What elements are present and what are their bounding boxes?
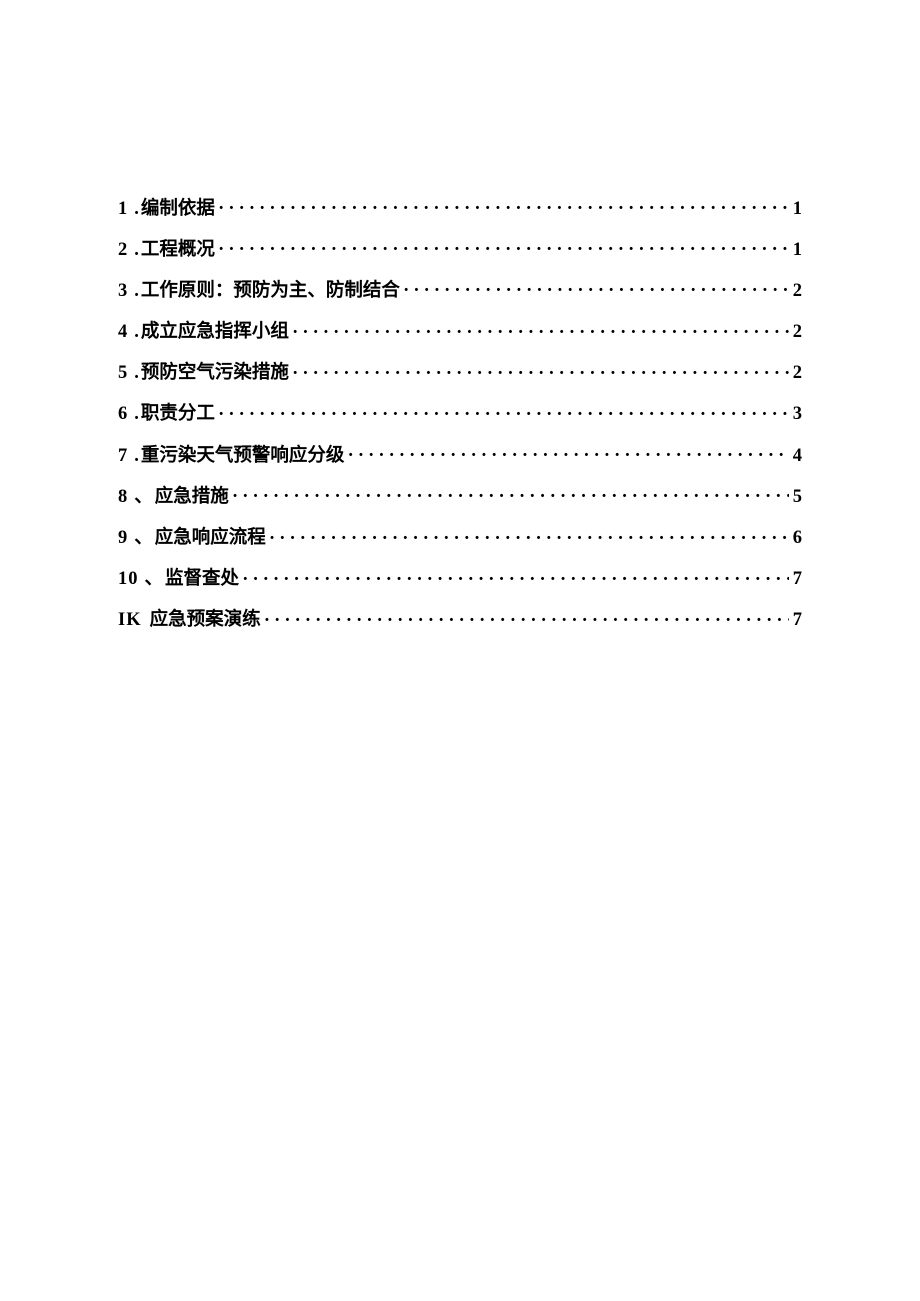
toc-number: 10	[118, 570, 139, 589]
toc-entry: 1 . 编制依据 1	[118, 195, 802, 218]
toc-separator: .	[134, 200, 139, 219]
toc-title: 监督查处	[165, 570, 239, 589]
toc-leader	[219, 236, 789, 255]
toc-entry: 9 、 应急响应流程 6	[118, 525, 802, 548]
toc-number: 1	[118, 200, 128, 219]
toc-number: 6	[118, 405, 128, 424]
toc-title: 应急预案演练	[150, 611, 261, 630]
toc-title: 成立应急指挥小组	[141, 323, 289, 342]
toc-title: 工程概况	[141, 241, 215, 260]
toc-page-num: 4	[793, 447, 802, 466]
toc-page-num: 2	[793, 364, 802, 383]
toc-title: 应急响应流程	[155, 529, 266, 548]
toc-entry: 7 . 重污染天气预警响应分级 4	[118, 442, 802, 465]
toc-separator: .	[134, 241, 139, 260]
toc-page-num: 1	[793, 200, 802, 219]
toc-title: 预防空气污染措施	[141, 364, 289, 383]
toc-title: 编制依据	[141, 200, 215, 219]
toc-leader	[293, 360, 789, 379]
toc-number: 5	[118, 364, 128, 383]
toc-number: 2	[118, 241, 128, 260]
toc-page-num: 3	[793, 405, 802, 424]
toc-title: 应急措施	[155, 488, 229, 507]
toc-leader	[404, 277, 789, 296]
toc-leader	[233, 483, 789, 502]
toc-leader	[219, 401, 789, 420]
toc-separator: .	[134, 323, 139, 342]
toc-page-num: 1	[793, 241, 802, 260]
toc-page-num: 2	[793, 282, 802, 301]
toc-leader	[219, 195, 789, 214]
toc-title: 职责分工	[141, 405, 215, 424]
toc-number: 9	[118, 529, 128, 548]
toc-separator: 、	[134, 529, 153, 548]
toc-entry: 3 . 工作原则：预防为主、防制结合 2	[118, 277, 802, 300]
toc-title: 重污染天气预警响应分级	[141, 447, 345, 466]
toc-leader	[243, 566, 789, 585]
toc-title: 工作原则：预防为主、防制结合	[141, 282, 400, 301]
toc-entry: 8 、 应急措施 5	[118, 483, 802, 506]
toc-leader	[265, 607, 789, 626]
toc-separator: 、	[134, 488, 153, 507]
toc-number: 7	[118, 447, 128, 466]
page: 1 . 编制依据 1 2 . 工程概况 1 3 . 工作原则：预防为主、防制结合…	[0, 0, 920, 630]
table-of-contents: 1 . 编制依据 1 2 . 工程概况 1 3 . 工作原则：预防为主、防制结合…	[118, 195, 802, 630]
toc-page-num: 7	[793, 611, 802, 630]
toc-entry: 2 . 工程概况 1	[118, 236, 802, 259]
toc-page-num: 6	[793, 529, 802, 548]
toc-entry: IK 应急预案演练 7	[118, 607, 802, 630]
toc-leader	[348, 442, 788, 461]
toc-entry: 6 . 职责分工 3	[118, 401, 802, 424]
toc-separator: .	[134, 447, 139, 466]
toc-separator: .	[134, 405, 139, 424]
toc-number: 8	[118, 488, 128, 507]
toc-leader	[293, 319, 789, 338]
toc-separator: 、	[145, 570, 164, 589]
toc-entry: 10 、 监督查处 7	[118, 566, 802, 589]
toc-separator: .	[134, 282, 139, 301]
toc-page-num: 5	[793, 488, 802, 507]
toc-entry: 5 . 预防空气污染措施 2	[118, 360, 802, 383]
toc-number: 4	[118, 323, 128, 342]
toc-number: 3	[118, 282, 128, 301]
toc-leader	[270, 525, 789, 544]
toc-separator: .	[134, 364, 139, 383]
toc-entry: 4 . 成立应急指挥小组 2	[118, 319, 802, 342]
toc-page-num: 7	[793, 570, 802, 589]
toc-page-num: 2	[793, 323, 802, 342]
toc-number: IK	[118, 611, 142, 630]
